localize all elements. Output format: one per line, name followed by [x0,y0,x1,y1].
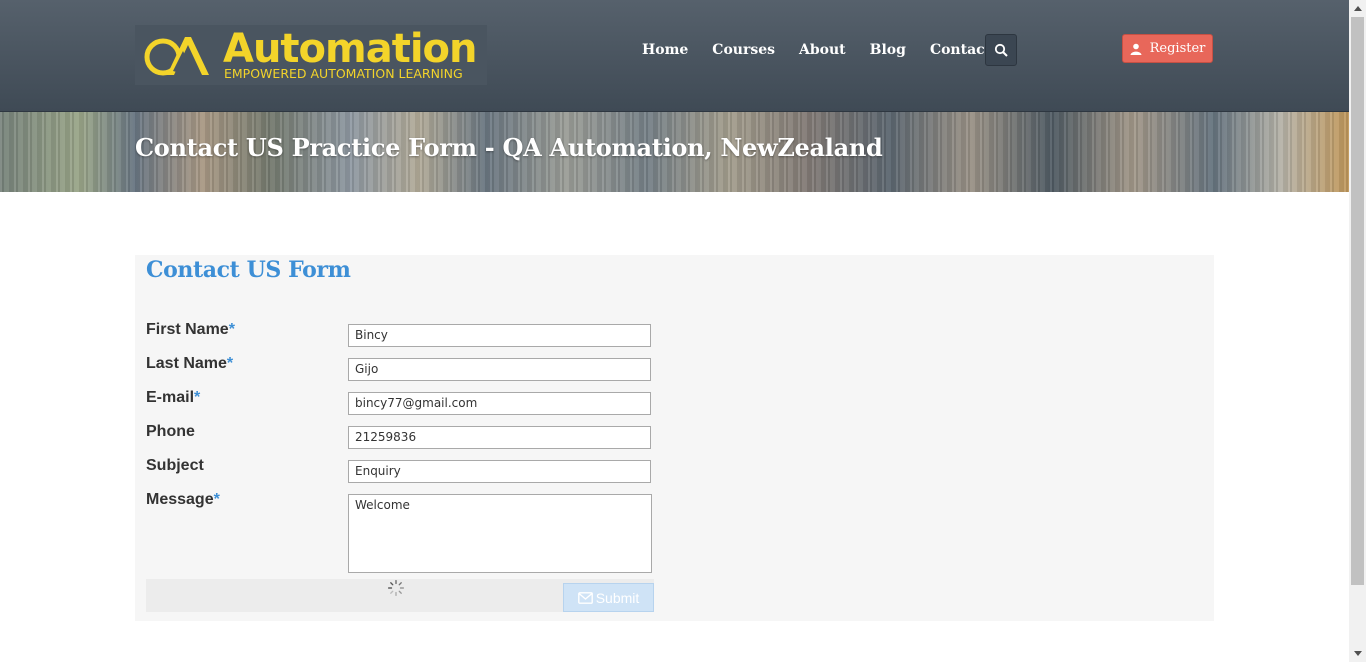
qa-logo-icon [144,37,209,76]
nav-about[interactable]: About [799,36,846,64]
phone-field[interactable]: 21259836 [348,426,651,449]
first-name-label: First Name* [146,321,235,338]
last-name-field[interactable]: Gijo [348,358,651,381]
page-banner: Contact US Practice Form - QA Automation… [0,112,1349,192]
submit-bar: Submit [146,579,654,612]
page-title: Contact US Practice Form - QA Automation… [135,133,883,162]
required-mark: * [228,321,235,338]
subject-label: Subject [146,457,204,474]
submit-label: Submit [595,589,640,606]
search-button[interactable] [985,34,1017,66]
first-name-field[interactable]: Bincy [348,324,651,347]
nav-home[interactable]: Home [642,36,688,64]
message-textarea[interactable]: Welcome [348,494,652,573]
form-title: Contact US Form [146,257,351,283]
phone-label: Phone [146,423,195,440]
register-button[interactable]: Register [1122,34,1213,63]
scroll-down-arrow-icon[interactable] [1349,645,1366,662]
email-field[interactable]: bincy77@gmail.com [348,392,651,415]
user-icon [1130,43,1142,55]
required-mark: * [213,491,220,508]
last-name-label: Last Name* [146,355,234,372]
scroll-thumb[interactable] [1351,17,1364,585]
required-mark: * [194,389,201,406]
site-logo[interactable]: Automation EMPOWERED AUTOMATION LEARNING [135,25,487,85]
contact-form: Contact US Form First Name* Bincy Last N… [135,255,1214,621]
nav-courses[interactable]: Courses [712,36,775,64]
email-label: E-mail* [146,389,201,406]
search-icon [994,43,1008,57]
main-nav: Home Courses About Blog Contact Us [630,36,1028,64]
register-label: Register [1149,41,1206,56]
subject-field[interactable]: Enquiry [348,460,651,483]
message-label: Message* [146,491,220,508]
site-header: Automation EMPOWERED AUTOMATION LEARNING… [0,0,1349,112]
envelope-icon [577,591,593,604]
loading-spinner-icon [387,579,405,597]
scroll-up-arrow-icon[interactable] [1349,0,1366,17]
page-scrollbar[interactable] [1349,0,1366,662]
submit-button[interactable]: Submit [563,583,654,612]
required-mark: * [226,355,234,372]
page: Automation EMPOWERED AUTOMATION LEARNING… [0,0,1349,662]
nav-blog[interactable]: Blog [870,36,906,64]
logo-tagline: EMPOWERED AUTOMATION LEARNING [224,66,463,81]
